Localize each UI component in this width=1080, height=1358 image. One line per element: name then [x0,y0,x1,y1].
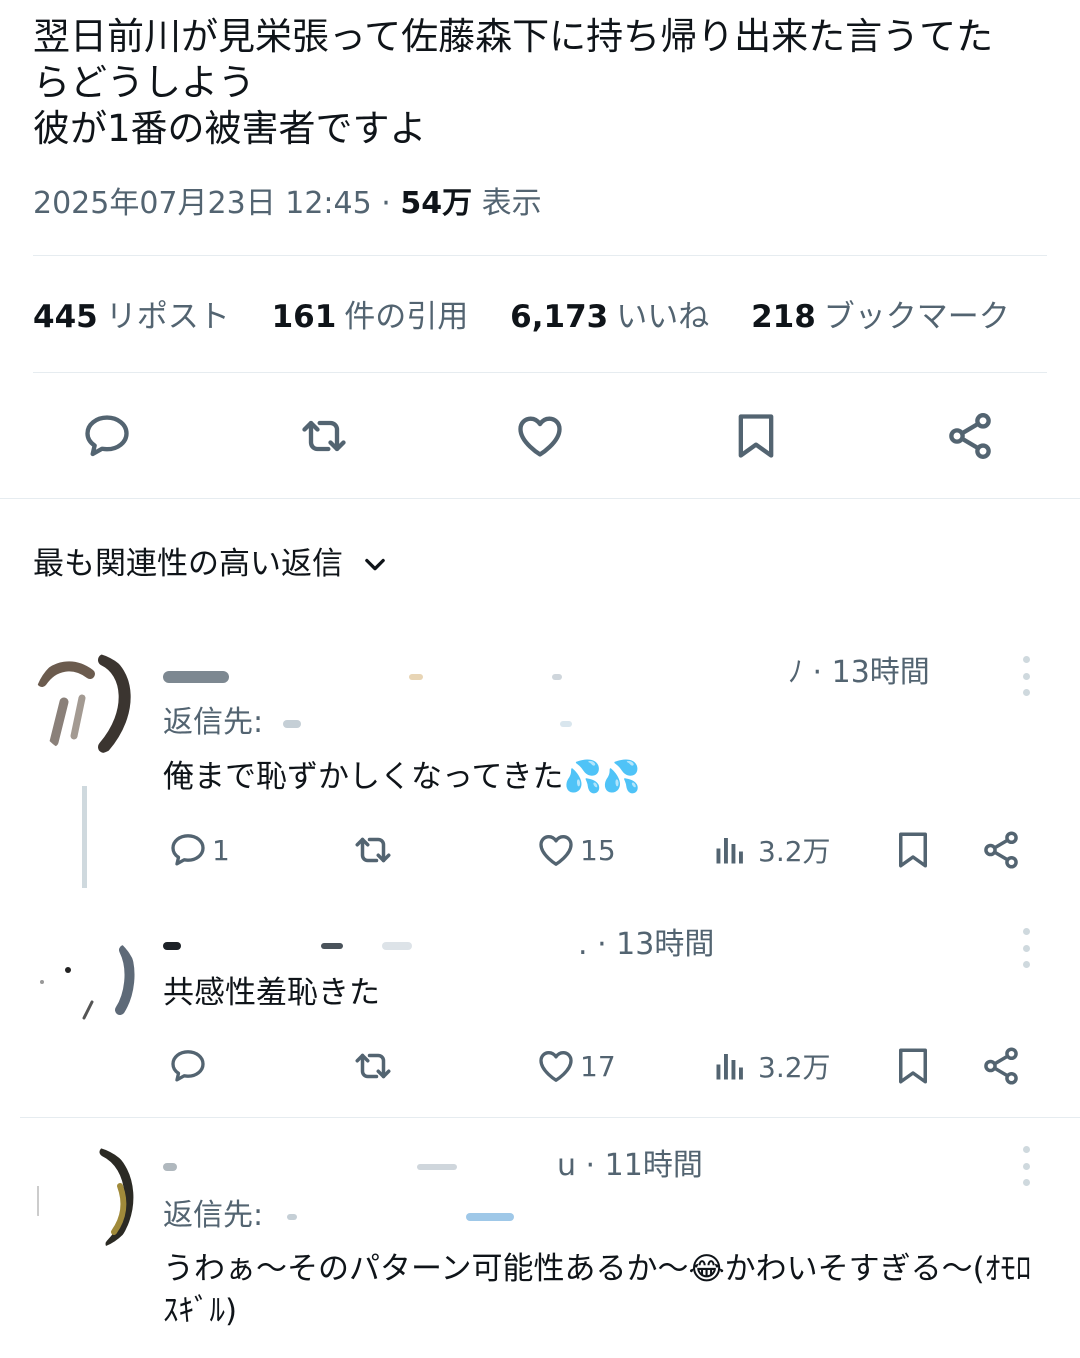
reply-icon [85,415,129,457]
analytics-icon [716,838,743,864]
bookmark-button[interactable] [728,408,784,464]
reply-count: 1 [212,833,230,867]
redacted-name [163,670,229,683]
tweet-text: 翌日前川が見栄張って佐藤森下に持ち帰り出来た言うてた らどうしよう 彼が1番の被… [33,14,1043,152]
reply-author[interactable] [163,656,563,696]
reply-sort-dropdown[interactable]: 最も関連性の高い返信 [33,544,389,584]
retweet-icon [302,420,346,452]
share-button[interactable] [980,1044,1022,1088]
stat-bookmarks[interactable]: 218 ブックマーク [751,297,1010,337]
avatar[interactable] [34,1146,138,1250]
retweet-button[interactable] [352,828,394,872]
share-icon [984,831,1018,869]
bookmark-icon [899,1048,927,1084]
redacted-mention[interactable] [282,719,301,728]
redacted-mention[interactable] [466,1212,515,1221]
avatar[interactable] [34,930,138,1034]
bookmark-button[interactable] [892,1044,934,1088]
redacted-handle [408,673,423,680]
redacted-handle [382,941,413,950]
engagement-stats: 445 リポスト 161 件の引用 6,173 いいね 218 ブックマーク [33,297,1042,337]
divider [0,498,1080,499]
reply-button[interactable] [79,408,135,464]
like-button[interactable] [512,408,568,464]
reply-icon [171,834,205,866]
tweet-meta: 2025年07月23日 12:45 · 54万 表示 [33,184,542,224]
views-button[interactable]: 3.2万 [712,1044,831,1088]
redacted-name [163,941,181,950]
redacted-handle [416,1163,457,1170]
more-options-icon[interactable] [1014,1146,1038,1186]
sort-label: 最も関連性の高い返信 [33,546,343,582]
view-count: 3.2万 [758,1051,831,1084]
redacted-mention [560,720,573,727]
retweet-button[interactable] [296,408,352,464]
stat-likes[interactable]: 6,173 いいね [510,297,709,337]
more-options-icon[interactable] [1014,656,1038,696]
divider [33,255,1047,256]
reply-text-line-1: うわぁ～そのパターン可能性あるか～😂かわいそすぎる～(ｵﾓﾛ [163,1251,1032,1287]
meta-separator: · [381,186,391,221]
like-icon [518,416,562,457]
retweet-icon [355,837,391,863]
share-button[interactable] [980,828,1022,872]
reply-time[interactable]: u · 11時間 [557,1146,703,1186]
reply-button[interactable] [168,1044,208,1088]
like-button[interactable]: 17 [536,1044,616,1088]
reply-author[interactable] [163,925,413,965]
reply-time[interactable]: . · 13時間 [578,925,714,965]
redacted-handle [552,673,563,680]
reply-text: うわぁ～そのパターン可能性あるか～😂かわいそすぎる～(ｵﾓﾛ ｽｷﾞﾙ) [163,1248,1031,1332]
reply-to: 返信先: [163,1196,515,1236]
divider [33,372,1047,373]
like-icon [539,1051,573,1082]
tweet-text-line-1: 翌日前川が見栄張って佐藤森下に持ち帰り出来た言うてた [33,15,994,58]
bookmark-button[interactable] [892,828,934,872]
reply-text: 共感性羞恥きた [163,975,380,1011]
chevron-down-icon [365,558,385,571]
views-count: 54万 [400,186,473,221]
avatar[interactable] [34,652,138,756]
views-label: 表示 [481,186,542,221]
like-icon [539,835,573,866]
tweet-text-line-3: 彼が1番の被害者ですよ [33,107,427,150]
reply-text-line-2: ｽｷﾞﾙ) [163,1293,238,1329]
stat-quotes[interactable]: 161 件の引用 [272,297,469,337]
retweet-button[interactable] [352,1044,394,1088]
reply-author[interactable] [163,1146,457,1186]
like-button[interactable]: 15 [536,828,616,872]
reply-button[interactable]: 1 [168,828,230,872]
tweet-timestamp[interactable]: 2025年07月23日 12:45 [33,186,372,221]
redacted-handle [320,942,343,949]
reply-text: 俺まで恥ずかしくなってきた💦💦 [163,759,641,795]
analytics-icon [716,1054,743,1080]
bookmark-icon [738,414,774,458]
stat-reposts[interactable]: 445 リポスト [33,297,230,337]
share-icon [984,1047,1018,1085]
bookmark-icon [899,832,927,868]
reply-icon [171,1050,205,1082]
redacted-mention[interactable] [286,1213,297,1220]
more-options-icon[interactable] [1014,928,1038,968]
like-count: 17 [580,1049,616,1083]
share-icon [949,413,991,459]
retweet-icon [355,1053,391,1079]
tweet-text-line-2: らどうしよう [33,61,255,104]
views-button[interactable]: 3.2万 [712,828,831,872]
reply-to: 返信先: [163,703,573,743]
reply-time[interactable]: ﾉ · 13時間 [788,653,930,693]
divider [20,1117,1080,1118]
like-count: 15 [580,833,616,867]
share-button[interactable] [942,408,998,464]
view-count: 3.2万 [758,835,831,868]
redacted-name [163,1162,177,1171]
thread-line [82,786,87,888]
